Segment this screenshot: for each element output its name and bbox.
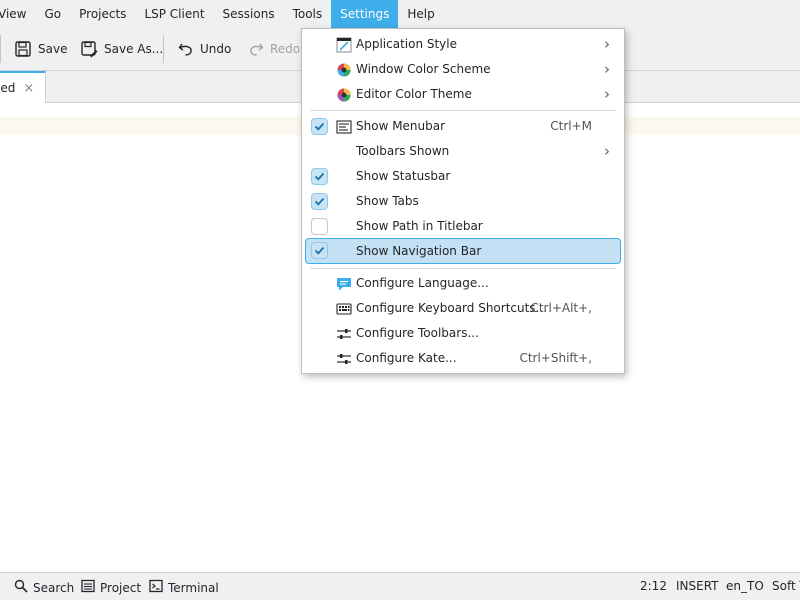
redo-icon xyxy=(248,41,264,57)
configure-icon xyxy=(336,351,352,367)
menu-item-editor-color-theme[interactable]: Editor Color Theme › xyxy=(305,82,621,107)
show-navigation-bar-label: Show Navigation Bar xyxy=(356,244,482,258)
menu-lsp-client[interactable]: LSP Client xyxy=(135,0,213,28)
menu-projects[interactable]: Projects xyxy=(70,0,135,28)
editor-color-theme-label: Editor Color Theme xyxy=(356,87,472,101)
show-path-in-titlebar-label: Show Path in Titlebar xyxy=(356,219,483,233)
menu-item-application-style[interactable]: Application Style › xyxy=(305,32,621,57)
menu-tools[interactable]: Tools xyxy=(284,0,332,28)
color-theme-icon xyxy=(336,87,352,103)
application-style-label: Application Style xyxy=(356,37,458,51)
project-panel-button[interactable]: Project xyxy=(81,579,141,596)
show-menubar-shortcut: Ctrl+M xyxy=(550,119,592,133)
configure-keyboard-shortcuts-shortcut: Ctrl+Alt+, xyxy=(530,301,592,315)
toolbar-separator xyxy=(0,35,1,63)
undo-label: Undo xyxy=(200,42,232,56)
show-tabs-label: Show Tabs xyxy=(356,194,419,208)
input-mode[interactable]: INSERT xyxy=(676,579,719,593)
checkbox-checked-icon[interactable] xyxy=(311,193,328,210)
close-icon[interactable]: × xyxy=(23,81,34,96)
search-panel-button[interactable]: Search xyxy=(14,579,74,596)
menu-item-show-tabs[interactable]: Show Tabs xyxy=(305,189,621,214)
dictionary-language[interactable]: en_TO xyxy=(726,579,764,593)
configure-language-label: Configure Language... xyxy=(356,276,489,290)
checkbox-checked-icon[interactable] xyxy=(311,242,328,259)
menu-item-configure-keyboard-shortcuts[interactable]: Configure Keyboard Shortcuts... Ctrl+Alt… xyxy=(305,296,621,321)
search-label: Search xyxy=(33,580,75,595)
checkbox-unchecked-icon[interactable] xyxy=(311,218,328,235)
window-color-scheme-label: Window Color Scheme xyxy=(356,62,491,76)
terminal-icon xyxy=(149,579,163,596)
menu-view[interactable]: View xyxy=(0,0,35,28)
terminal-label: Terminal xyxy=(168,580,219,595)
save-as-label: Save As... xyxy=(104,42,164,56)
chevron-right-icon: › xyxy=(604,142,610,160)
save-label: Save xyxy=(38,42,68,56)
checkbox-checked-icon[interactable] xyxy=(311,118,328,135)
configure-toolbars-label: Configure Toolbars... xyxy=(356,326,479,340)
document-tab[interactable]: led × xyxy=(0,71,46,103)
menu-item-show-path-in-titlebar[interactable]: Show Path in Titlebar xyxy=(305,214,621,239)
save-button[interactable]: Save xyxy=(14,38,67,60)
menu-item-toolbars-shown[interactable]: Toolbars Shown › xyxy=(305,139,621,164)
configure-toolbars-icon xyxy=(336,326,352,342)
menu-settings[interactable]: Settings xyxy=(331,0,399,28)
menu-help[interactable]: Help xyxy=(398,0,443,28)
tab-label: led xyxy=(0,81,16,95)
redo-label: Redo xyxy=(270,42,301,56)
project-icon xyxy=(81,579,95,596)
menubar: View Go Projects LSP Client Sessions Too… xyxy=(0,0,800,28)
menu-item-configure-language[interactable]: Configure Language... xyxy=(305,271,621,296)
chevron-right-icon: › xyxy=(604,60,610,78)
statusbar: · Search Project Terminal 2:12 INSERT en… xyxy=(0,572,800,600)
toolbar-separator xyxy=(163,35,164,63)
chevron-right-icon: › xyxy=(604,85,610,103)
configure-kate-label: Configure Kate... xyxy=(356,351,457,365)
menu-item-window-color-scheme[interactable]: Window Color Scheme › xyxy=(305,57,621,82)
menu-item-configure-toolbars[interactable]: Configure Toolbars... xyxy=(305,321,621,346)
redo-button[interactable]: Redo xyxy=(248,38,300,60)
keyboard-icon xyxy=(336,301,352,317)
menu-go[interactable]: Go xyxy=(35,0,70,28)
search-icon xyxy=(14,579,28,596)
menu-separator xyxy=(310,268,616,269)
configure-keyboard-shortcuts-label: Configure Keyboard Shortcuts... xyxy=(356,301,548,315)
show-statusbar-label: Show Statusbar xyxy=(356,169,451,183)
cursor-position[interactable]: 2:12 xyxy=(640,579,667,593)
menu-item-show-statusbar[interactable]: Show Statusbar xyxy=(305,164,621,189)
menu-item-show-menubar[interactable]: Show Menubar Ctrl+M xyxy=(305,114,621,139)
application-style-icon xyxy=(336,37,352,53)
language-icon xyxy=(336,276,352,292)
menu-sessions[interactable]: Sessions xyxy=(214,0,284,28)
color-scheme-icon xyxy=(336,62,352,78)
indentation-mode[interactable]: Soft T xyxy=(772,579,800,593)
save-as-icon xyxy=(80,40,98,58)
save-icon xyxy=(14,40,32,58)
terminal-panel-button[interactable]: Terminal xyxy=(149,579,219,596)
toolbars-shown-label: Toolbars Shown xyxy=(356,144,450,158)
chevron-right-icon: › xyxy=(604,35,610,53)
project-label: Project xyxy=(100,580,142,595)
undo-button[interactable]: Undo xyxy=(178,38,231,60)
configure-kate-shortcut: Ctrl+Shift+, xyxy=(519,351,592,365)
undo-icon xyxy=(178,41,194,57)
settings-menu: Application Style › Window Color Scheme … xyxy=(301,28,625,374)
menubar-icon xyxy=(336,119,352,135)
menu-item-configure-kate[interactable]: Configure Kate... Ctrl+Shift+, xyxy=(305,346,621,371)
show-menubar-label: Show Menubar xyxy=(356,119,446,133)
save-as-button[interactable]: Save As... xyxy=(80,38,163,60)
menu-separator xyxy=(310,110,616,111)
menu-item-show-navigation-bar[interactable]: Show Navigation Bar xyxy=(305,238,621,264)
checkbox-checked-icon[interactable] xyxy=(311,168,328,185)
